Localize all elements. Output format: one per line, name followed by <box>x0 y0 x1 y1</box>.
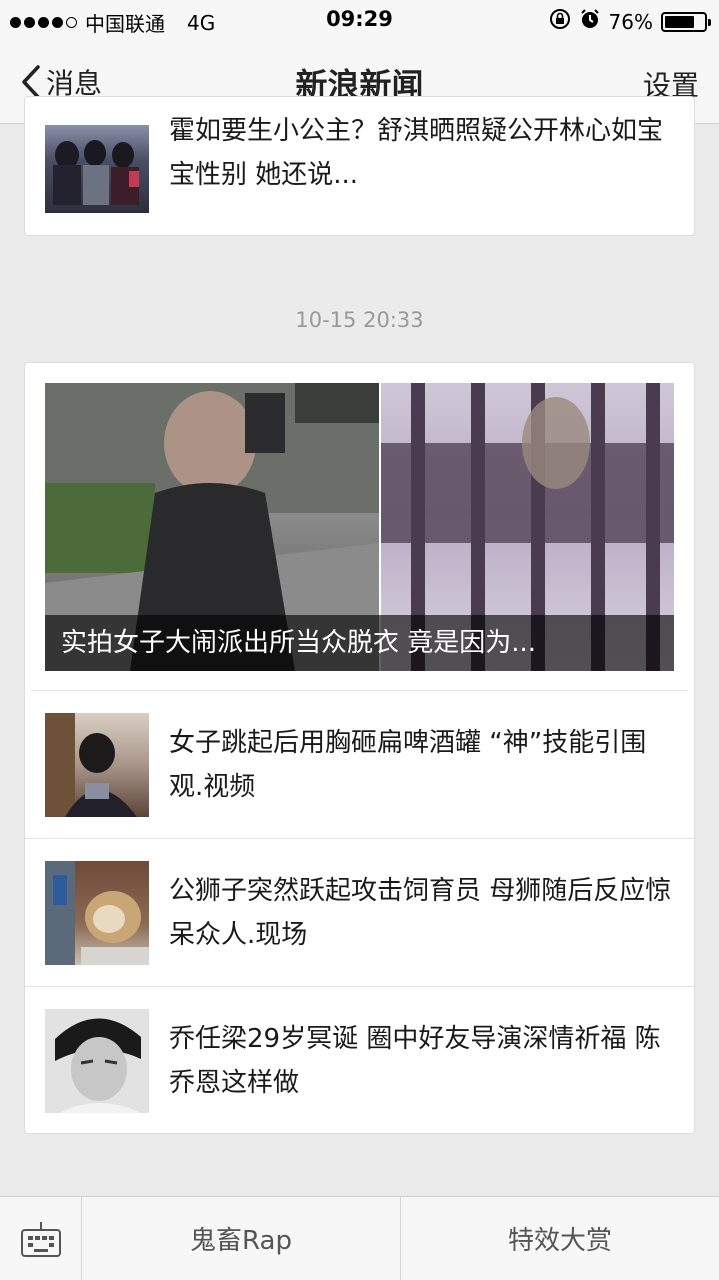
news-title: 女子跳起后用胸砸扁啤酒罐 “神”技能引围观.视频 <box>169 727 647 802</box>
headline-item[interactable]: 实拍女子大闹派出所当众脱衣 竟是因为... <box>45 383 674 671</box>
news-thumbnail <box>45 860 149 965</box>
news-card-previous: 霍如要生小公主？舒淇晒照疑公开林心如宝宝性别 她还说... <box>24 96 695 236</box>
rotation-lock-icon <box>549 8 571 35</box>
list-item[interactable]: 乔任梁29岁冥诞 圈中好友导演深情祈福 陈乔恩这样做 <box>25 987 694 1135</box>
divider <box>31 671 688 691</box>
headline-caption: 实拍女子大闹派出所当众脱衣 竟是因为... <box>45 615 674 671</box>
battery-fill <box>665 15 694 28</box>
news-thumbnail <box>45 712 149 817</box>
bottom-menu-bar: 鬼畜Rap 特效大赏 <box>0 1196 719 1280</box>
menu-button-effects[interactable]: 特效大赏 <box>401 1197 719 1280</box>
battery-percent: 76% <box>608 9 653 34</box>
news-title: 公狮子突然跃起攻击饲育员 母狮随后反应惊呆众人.现场 <box>169 875 672 950</box>
list-item[interactable]: 公狮子突然跃起攻击饲育员 母狮随后反应惊呆众人.现场 <box>25 839 694 987</box>
news-thumbnail <box>45 125 149 213</box>
news-title: 乔任梁29岁冥诞 圈中好友导演深情祈福 陈乔恩这样做 <box>169 1024 661 1098</box>
list-item[interactable]: 霍如要生小公主？舒淇晒照疑公开林心如宝宝性别 她还说... <box>25 97 694 235</box>
news-thumbnail <box>45 1009 149 1113</box>
alarm-icon <box>579 8 601 35</box>
status-bar: 中国联通 4G 09:29 76% <box>0 0 719 40</box>
message-timestamp: 10-15 20:33 <box>295 308 424 332</box>
list-item[interactable]: 女子跳起后用胸砸扁啤酒罐 “神”技能引围观.视频 <box>25 691 694 839</box>
status-right: 76% <box>549 8 711 35</box>
keyboard-icon <box>20 1222 61 1257</box>
news-title: 霍如要生小公主？舒淇晒照疑公开林心如宝宝性别 她还说... <box>169 116 664 190</box>
news-card: 实拍女子大闹派出所当众脱衣 竟是因为... 女子跳起后用胸砸扁啤酒罐 “神”技能… <box>24 362 695 1134</box>
keyboard-toggle-button[interactable] <box>0 1197 82 1280</box>
battery-icon <box>661 11 711 32</box>
menu-button-rap[interactable]: 鬼畜Rap <box>82 1197 401 1280</box>
